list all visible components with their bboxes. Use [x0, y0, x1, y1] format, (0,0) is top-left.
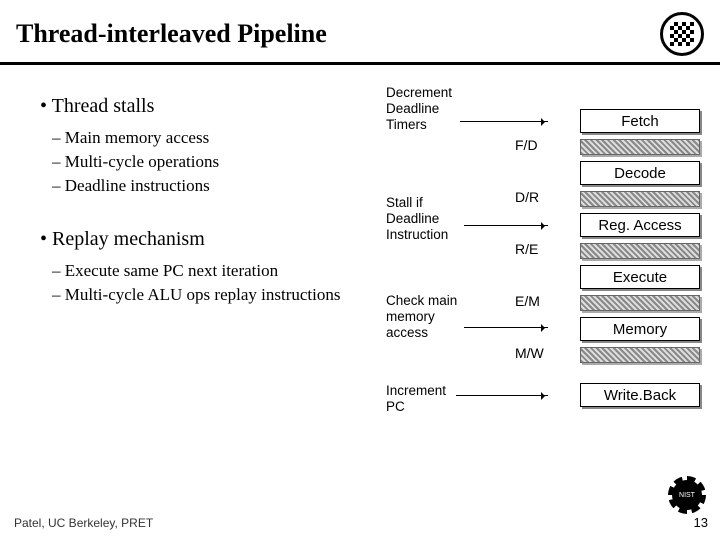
label-fd: F/D — [515, 137, 538, 153]
arrow-icon — [460, 121, 548, 122]
slide-number: 13 — [694, 515, 708, 530]
footer-attribution: Patel, UC Berkeley, PRET — [14, 516, 153, 530]
label-em: E/M — [515, 293, 540, 309]
buffer-re — [580, 243, 700, 259]
annot-increment: Increment PC — [386, 383, 446, 415]
label-mw: M/W — [515, 345, 544, 361]
heading-replay-mechanism: Replay mechanism — [40, 228, 370, 251]
stage-decode: Decode — [580, 161, 700, 185]
sub-item: Deadline instructions — [70, 176, 370, 196]
heading-thread-stalls: Thread stalls — [40, 95, 370, 118]
annot-decrement: Decrement Deadline Timers — [386, 85, 452, 134]
stage-regaccess: Reg. Access — [580, 213, 700, 237]
buffer-dr — [580, 191, 700, 207]
buffer-fd — [580, 139, 700, 155]
bullet-column: Thread stalls Main memory access Multi-c… — [40, 95, 370, 309]
content-area: Thread stalls Main memory access Multi-c… — [0, 65, 720, 309]
pipeline-diagram: Fetch Decode Reg. Access Execute Memory … — [380, 95, 710, 309]
sub-item: Multi-cycle ALU ops replay instructions — [70, 285, 370, 305]
label-re: R/E — [515, 241, 538, 257]
stage-writeback: Write.Back — [580, 383, 700, 407]
title-bar: Thread-interleaved Pipeline — [0, 0, 720, 65]
annot-stall: Stall if Deadline Instruction — [386, 195, 448, 244]
gear-icon: NIST — [672, 480, 702, 510]
arrow-icon — [464, 327, 548, 328]
buffer-em — [580, 295, 700, 311]
buffer-mw — [580, 347, 700, 363]
gear-label: NIST — [679, 492, 695, 499]
sub-item: Main memory access — [70, 128, 370, 148]
annot-check: Check main memory access — [386, 293, 457, 342]
stage-memory: Memory — [580, 317, 700, 341]
arrow-icon — [464, 225, 548, 226]
sub-item: Multi-cycle operations — [70, 152, 370, 172]
label-dr: D/R — [515, 189, 539, 205]
arrow-icon — [456, 395, 548, 396]
slide-title: Thread-interleaved Pipeline — [16, 19, 327, 49]
stage-execute: Execute — [580, 265, 700, 289]
sub-item: Execute same PC next iteration — [70, 261, 370, 281]
chess-logo-icon — [660, 12, 704, 56]
stage-fetch: Fetch — [580, 109, 700, 133]
